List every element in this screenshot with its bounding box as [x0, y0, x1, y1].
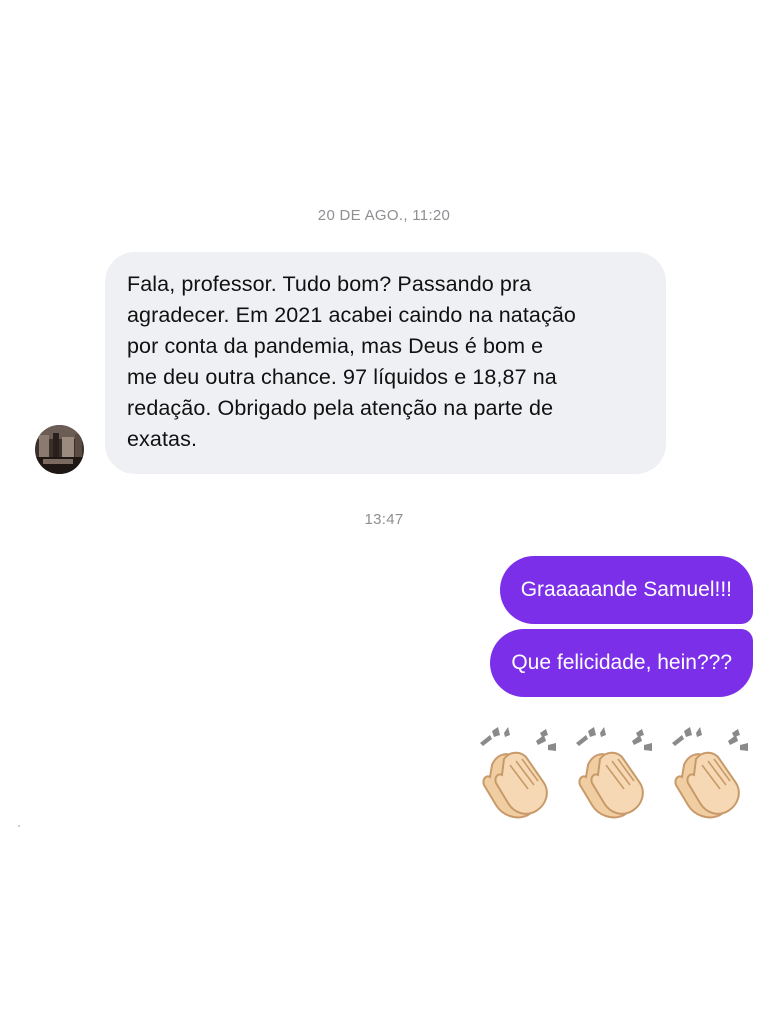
message-text-line: exatas. — [127, 427, 198, 451]
outgoing-message-bubble[interactable]: Que felicidade, hein??? — [490, 629, 753, 697]
incoming-message-bubble[interactable]: Fala, professor. Tudo bom? Passando pra … — [105, 252, 666, 474]
message-text-line: Fala, professor. Tudo bom? Passando pra — [127, 272, 532, 296]
clapping-hands-icon — [576, 727, 652, 819]
timestamp-divider: 13:47 — [364, 511, 404, 528]
message-text-line: me deu outra chance. 97 líquidos e 18,87… — [127, 365, 557, 389]
stray-dot — [18, 825, 20, 827]
message-text-line: redação. Obrigado pela atenção na parte … — [127, 396, 554, 420]
avatar-photo — [35, 425, 84, 474]
emoji-message[interactable] — [470, 725, 760, 825]
clapping-hands-icon — [480, 727, 556, 819]
clapping-hands-icon — [672, 727, 748, 819]
sender-avatar[interactable] — [35, 425, 84, 474]
message-text-line: agradecer. Em 2021 acabei caindo na nata… — [127, 303, 576, 327]
outgoing-message-bubble[interactable]: Graaaaande Samuel!!! — [499, 556, 753, 624]
message-text-line: por conta da pandemia, mas Deus é bom e — [127, 334, 544, 358]
timestamp-divider: 20 DE AGO., 11:20 — [317, 207, 451, 224]
